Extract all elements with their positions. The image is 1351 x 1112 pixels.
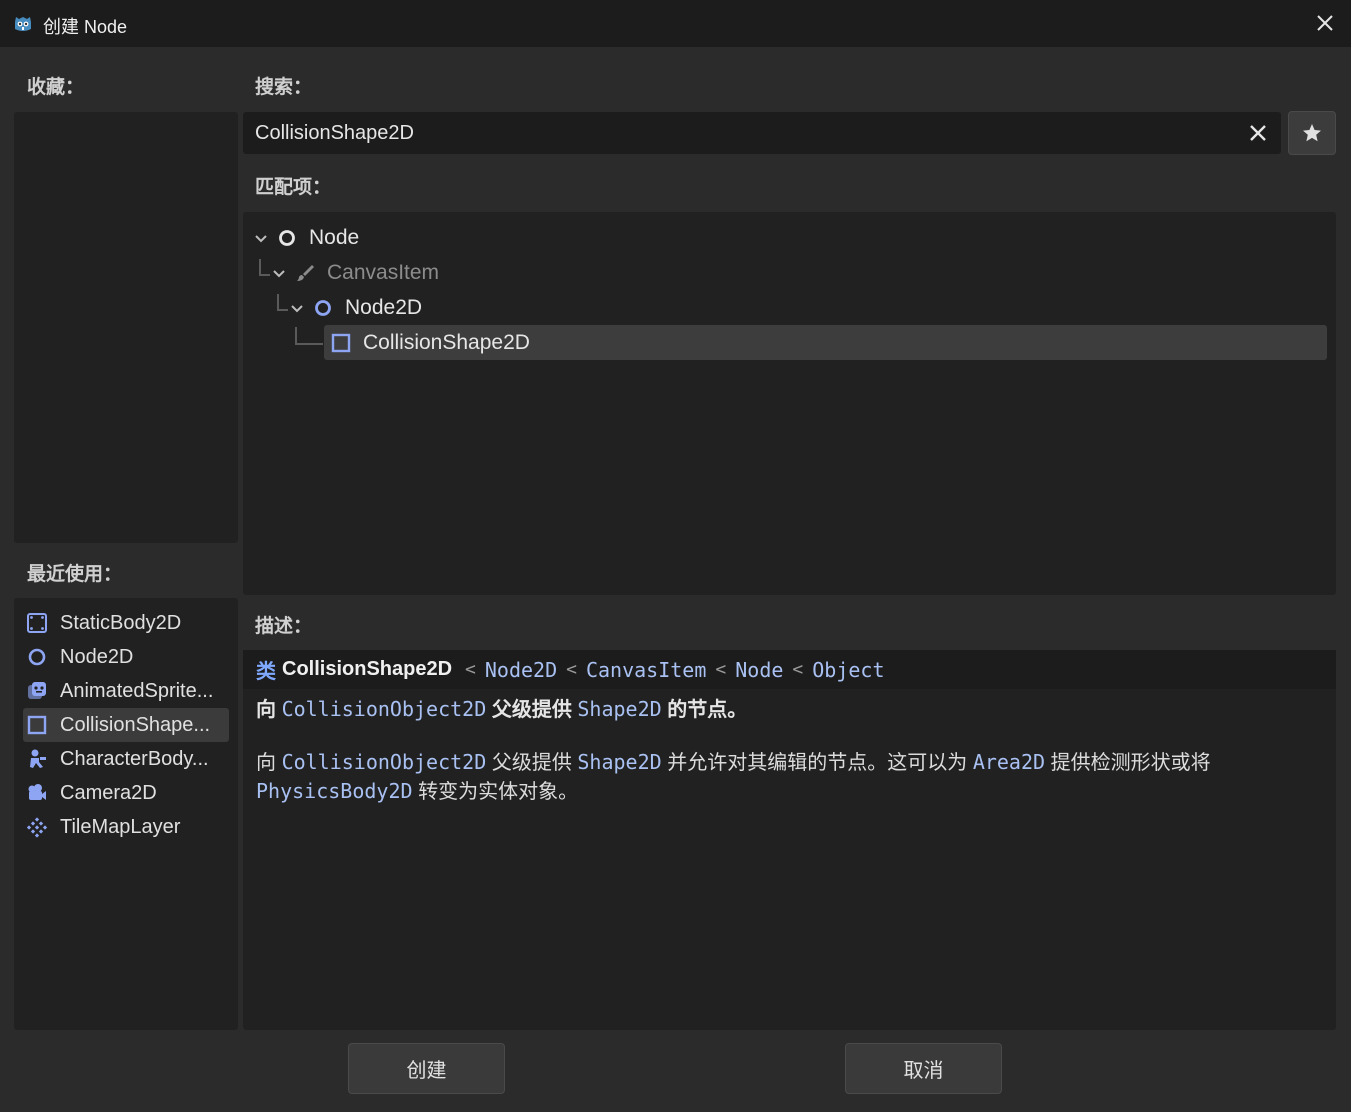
text-span: 父级提供 (491, 699, 572, 721)
camera-2d-icon (28, 784, 46, 800)
recent-item-static-body-2d[interactable]: StaticBody2D (23, 606, 229, 640)
recent-item-animated-sprite[interactable]: AnimatedSprite... (23, 674, 229, 708)
matches-tree[interactable]: Node CanvasItem Node2D CollisionShape2D (243, 212, 1336, 595)
tree-item-collision-shape-2d[interactable]: CollisionShape2D (324, 325, 1327, 360)
inherit-link[interactable]: Object (812, 658, 884, 682)
class-link[interactable]: Area2D (973, 750, 1045, 774)
recent-item-label: Node2D (60, 645, 134, 668)
node-icon (279, 229, 295, 246)
inherit-separator: < (566, 659, 577, 680)
window-title: 创建 Node (43, 17, 128, 37)
recent-item-character-body[interactable]: CharacterBody... (23, 742, 229, 776)
text-span: 转变为实体对象。 (418, 781, 579, 803)
recent-item-label: CharacterBody... (60, 747, 209, 770)
static-body-2d-icon (27, 613, 47, 633)
cancel-button[interactable]: 取消 (845, 1043, 1002, 1094)
recent-item-node-2d[interactable]: Node2D (23, 640, 229, 674)
recent-item-label: StaticBody2D (60, 611, 182, 634)
class-link[interactable]: PhysicsBody2D (256, 779, 413, 803)
matches-label: 匹配项： (255, 177, 332, 198)
class-link[interactable]: Shape2D (577, 697, 661, 721)
text-span: 向 (256, 752, 276, 774)
brush-icon (297, 264, 314, 281)
close-icon[interactable] (1313, 11, 1337, 35)
inherit-separator: < (465, 659, 476, 680)
tree-item-label: Node2D (345, 295, 423, 319)
recent-item-collision-shape[interactable]: CollisionShape... (23, 708, 229, 742)
recent-item-label: CollisionShape... (60, 713, 211, 736)
inherit-separator: < (715, 659, 727, 680)
class-kind: 类 (256, 661, 276, 683)
collision-shape-icon (27, 715, 47, 735)
godot-logo-icon (15, 17, 31, 31)
tree-item-label: Node (309, 225, 360, 249)
full-description: 向 CollisionObject2D 父级提供 Shape2D 并允许对其编辑… (256, 748, 1316, 806)
recent-item-label: AnimatedSprite... (60, 679, 214, 702)
text-span: 并允许对其编辑的节点。这可以为 (667, 752, 968, 774)
tree-item-label: CanvasItem (327, 260, 440, 284)
class-name: CollisionShape2D (282, 658, 453, 680)
recent-list[interactable]: StaticBody2D Node2D AnimatedSprite... Co… (14, 598, 238, 1030)
description-panel: 类 CollisionShape2D < Node2D < CanvasItem… (243, 650, 1336, 1030)
collision-shape-icon (331, 333, 351, 352)
recent-label: 最近使用： (27, 564, 123, 585)
inherit-link[interactable]: Node2D (485, 658, 557, 682)
search-label: 搜索： (255, 77, 313, 98)
star-icon (1303, 124, 1321, 142)
class-link[interactable]: CollisionObject2D (282, 697, 487, 721)
title-bar: 创建 Node (0, 0, 1351, 47)
chevron-down-icon[interactable] (271, 265, 287, 281)
description-label: 描述： (255, 616, 313, 637)
recent-item-label: TileMapLayer (60, 815, 181, 838)
animated-sprite-icon (28, 682, 46, 699)
brief-description: 向 CollisionObject2D 父级提供 Shape2D 的节点。 (256, 695, 1316, 724)
node-2d-icon (315, 299, 331, 316)
create-button[interactable]: 创建 (348, 1043, 505, 1094)
class-link[interactable]: Shape2D (577, 750, 661, 774)
tree-item-node[interactable]: Node (253, 220, 359, 255)
inherit-link[interactable]: Node (735, 658, 783, 682)
inherit-separator: < (792, 659, 804, 680)
tile-map-layer-icon (26, 817, 48, 838)
tree-item-node-2d[interactable]: Node2D (289, 290, 422, 325)
recent-item-label: Camera2D (60, 781, 157, 804)
node-2d-icon (28, 648, 46, 666)
character-body-icon (30, 749, 46, 768)
class-header: 类 CollisionShape2D < Node2D < CanvasItem… (243, 650, 1336, 689)
class-link[interactable]: CollisionObject2D (282, 750, 487, 774)
recent-item-camera-2d[interactable]: Camera2D (23, 776, 229, 810)
text-span: 向 (256, 699, 276, 721)
text-span: 的节点。 (667, 699, 748, 721)
favorites-list[interactable] (14, 112, 238, 543)
chevron-down-icon[interactable] (253, 230, 269, 246)
recent-item-tile-map-layer[interactable]: TileMapLayer (23, 810, 229, 844)
tree-item-canvas-item[interactable]: CanvasItem (271, 255, 439, 290)
clear-search-icon[interactable] (1247, 122, 1269, 144)
search-input[interactable] (255, 112, 1235, 154)
search-box (243, 112, 1281, 154)
text-span: 父级提供 (491, 752, 572, 774)
inherit-link[interactable]: CanvasItem (586, 658, 706, 682)
favorites-label: 收藏： (27, 77, 85, 98)
favorite-button[interactable] (1288, 111, 1336, 155)
chevron-down-icon[interactable] (289, 300, 305, 316)
tree-item-label: CollisionShape2D (363, 330, 530, 354)
text-span: 提供检测形状或将 (1050, 752, 1211, 774)
